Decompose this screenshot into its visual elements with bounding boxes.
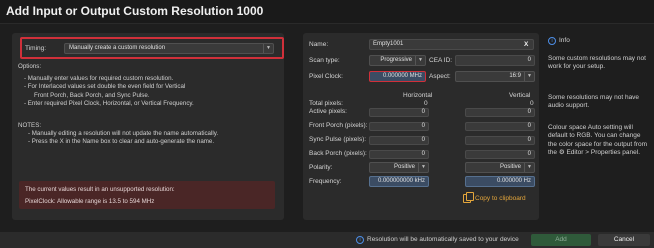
active-pixels-v-input[interactable]: 0	[465, 108, 535, 117]
option-line: - For Interlaced values set double the e…	[24, 83, 186, 91]
polarity-label: Polarity:	[309, 164, 333, 171]
frequency-v: 0.000000 Hz	[496, 178, 531, 184]
back-porch-h: 0	[421, 151, 425, 157]
frequency-h: 0.000000000 kHz	[377, 178, 425, 184]
options-panel: Timing: Manually create a custom resolut…	[12, 33, 284, 220]
horizontal-header: Horizontal	[403, 92, 433, 99]
active-pixels-h-input[interactable]: 0	[369, 108, 429, 117]
chevron-down-icon: ▼	[524, 163, 534, 172]
copy-icon	[463, 192, 474, 203]
back-porch-v-input[interactable]: 0	[465, 150, 535, 159]
error-box: The current values result in an unsuppor…	[19, 181, 275, 209]
active-pixels-h: 0	[421, 109, 425, 115]
aspect-label: Aspect:	[429, 73, 451, 80]
total-pixels-label: Total pixels:	[309, 100, 343, 107]
chevron-down-icon: ▼	[263, 44, 273, 53]
chevron-down-icon: ▼	[524, 72, 534, 81]
chevron-down-icon: ▼	[415, 56, 425, 65]
name-label: Name:	[309, 41, 329, 48]
frequency-v-input[interactable]: 0.000000 Hz	[465, 176, 535, 187]
info-paragraph-1: Some custom resolutions may not work for…	[548, 55, 646, 71]
name-input[interactable]: Empty1001	[369, 39, 534, 50]
title-bar: Add Input or Output Custom Resolution 10…	[0, 0, 654, 24]
copy-to-clipboard-button[interactable]: Copy to clipboard	[475, 195, 526, 202]
save-notice: Resolution will be automatically saved t…	[367, 236, 519, 243]
add-button[interactable]: Add	[531, 234, 591, 246]
front-porch-h-input[interactable]: 0	[369, 122, 429, 131]
scan-type-select[interactable]: Progressive ▼	[369, 55, 426, 66]
error-line-2: PixelClock: Allowable range is 13.5 to 5…	[25, 198, 155, 205]
info-icon: i	[548, 37, 556, 45]
polarity-v-value: Positive	[499, 164, 521, 170]
note-line: - Press the X in the Name box to clear a…	[28, 138, 215, 146]
option-line: Front Porch, Back Porch, and Sync Pulse.	[34, 91, 150, 99]
info-paragraph-3: Colour space Auto setting will default t…	[548, 124, 647, 157]
cea-id-label: CEA ID:	[429, 57, 453, 64]
window-title: Add Input or Output Custom Resolution 10…	[6, 4, 264, 18]
polarity-h-select[interactable]: Positive ▼	[369, 162, 429, 173]
pixel-clock-value: 0.000000 MHz	[382, 73, 422, 79]
total-pixels-h: 0	[424, 100, 428, 107]
front-porch-v-input[interactable]: 0	[465, 122, 535, 131]
timing-label: Timing:	[25, 45, 47, 52]
active-pixels-label: Active pixels:	[309, 108, 347, 115]
sync-pulse-h: 0	[421, 137, 425, 143]
options-text: Options: - Manually enter values for req…	[18, 63, 218, 147]
resolution-form-panel: Name: Empty1001 X Scan type: Progressive…	[303, 33, 539, 220]
chevron-down-icon: ▼	[418, 163, 428, 172]
polarity-h-value: Positive	[393, 164, 415, 170]
back-porch-label: Back Porch (pixels):	[309, 150, 367, 157]
pixel-clock-label: Pixel Clock:	[309, 73, 343, 80]
aspect-value: 16:9	[509, 73, 521, 79]
info-icon: i	[356, 236, 364, 244]
aspect-select[interactable]: 16:9 ▼	[455, 71, 535, 82]
timing-select[interactable]: Manually create a custom resolution ▼	[64, 43, 274, 54]
frequency-h-input[interactable]: 0.000000000 kHz	[369, 176, 429, 187]
info-title: Info	[559, 37, 570, 44]
notes-heading: NOTES:	[18, 122, 42, 130]
scan-type-value: Progressive	[380, 57, 412, 63]
front-porch-label: Front Porch (pixels):	[309, 122, 368, 129]
back-porch-v: 0	[527, 151, 531, 157]
option-line: - Manually enter values for required cus…	[24, 75, 174, 83]
pixel-clock-input[interactable]: 0.000000 MHz	[369, 71, 426, 82]
footer-bar: i Resolution will be automatically saved…	[0, 232, 654, 248]
options-heading: Options:	[18, 63, 42, 70]
sync-pulse-v-input[interactable]: 0	[465, 136, 535, 145]
frequency-label: Frequency:	[309, 178, 342, 185]
cancel-button[interactable]: Cancel	[598, 234, 650, 246]
option-line: - Enter required Pixel Clock, Horizontal…	[24, 99, 194, 107]
active-pixels-v: 0	[527, 109, 531, 115]
total-pixels-v: 0	[530, 100, 534, 107]
sync-pulse-label: Sync Pulse (pixels):	[309, 136, 367, 143]
note-line: - Manually editing a resolution will not…	[28, 130, 219, 138]
timing-value: Manually create a custom resolution	[69, 45, 166, 51]
front-porch-v: 0	[527, 123, 531, 129]
sync-pulse-h-input[interactable]: 0	[369, 136, 429, 145]
info-paragraph-2: Some resolutions may not have audio supp…	[548, 94, 640, 110]
sync-pulse-v: 0	[527, 137, 531, 143]
name-value: Empty1001	[373, 41, 404, 47]
error-line-1: The current values result in an unsuppor…	[25, 186, 175, 193]
front-porch-h: 0	[421, 123, 425, 129]
polarity-v-select[interactable]: Positive ▼	[465, 162, 535, 173]
scan-type-label: Scan type:	[309, 57, 340, 64]
cea-id-input[interactable]: 0	[455, 55, 535, 66]
clear-name-button[interactable]: X	[524, 41, 528, 48]
dialog-window: Add Input or Output Custom Resolution 10…	[0, 0, 654, 248]
vertical-header: Vertical	[509, 92, 531, 99]
cea-id-value: 0	[527, 57, 531, 63]
back-porch-h-input[interactable]: 0	[369, 150, 429, 159]
